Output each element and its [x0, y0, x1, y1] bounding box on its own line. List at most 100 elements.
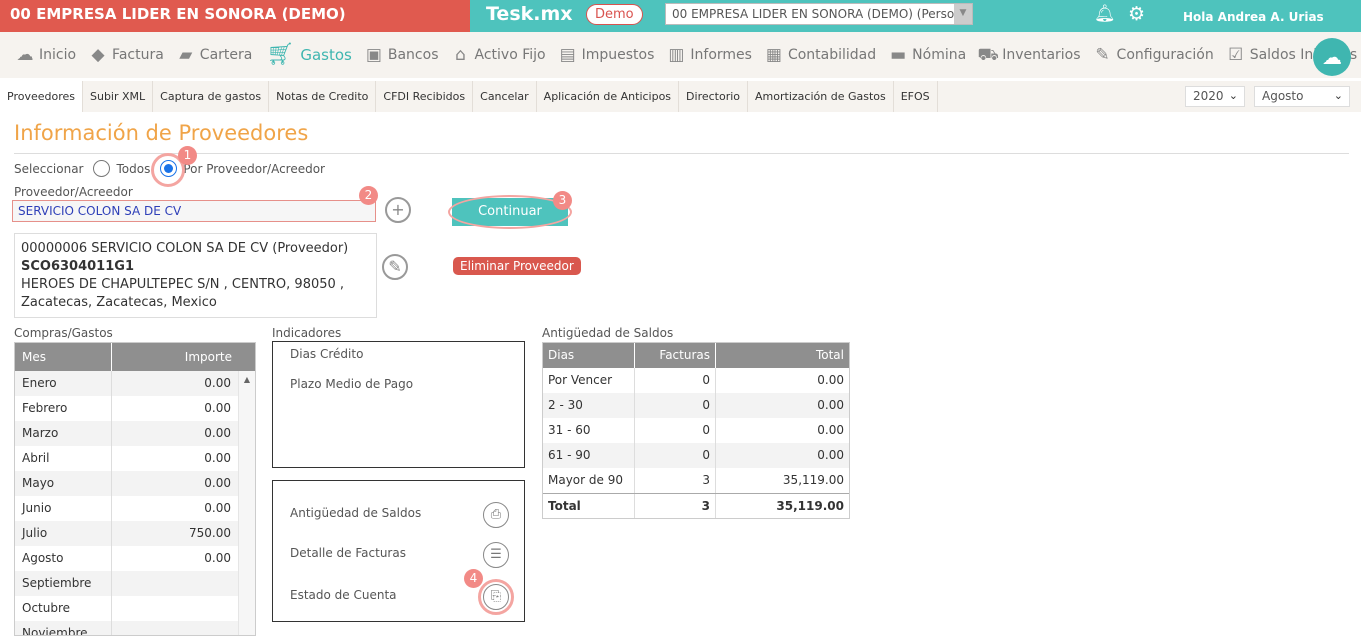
menu-item-configuracion[interactable]: ✎ Configuración	[1092, 45, 1213, 65]
column-header[interactable]: Mes	[15, 343, 112, 371]
cloud-icon: ☁	[16, 45, 34, 65]
table-row: 2 - 30 0 0.00	[543, 393, 849, 418]
column-header[interactable]: Dias	[543, 343, 635, 368]
tab-aplicacion-de-anticipos[interactable]: Aplicación de Anticipos	[537, 81, 680, 112]
add-provider-button[interactable]: +	[385, 197, 411, 223]
cell-facturas: 0	[635, 418, 716, 443]
tab-efos[interactable]: EFOS	[894, 81, 938, 112]
radio-todos[interactable]	[93, 160, 111, 177]
step-marker: 3	[553, 191, 572, 210]
menu-item-inicio[interactable]: ☁ Inicio	[14, 45, 77, 65]
cell-mes: Mayo	[15, 471, 112, 496]
tab-directorio[interactable]: Directorio	[679, 81, 749, 112]
tab-captura-de-gastos[interactable]: Captura de gastos	[153, 81, 270, 112]
menu-item-cartera[interactable]: ▰ Cartera	[175, 45, 252, 65]
menu-item-factura[interactable]: ◆ Factura	[87, 45, 164, 65]
cell-mes: Febrero	[15, 396, 112, 421]
cloud-sync-button[interactable]: ☁	[1313, 38, 1351, 76]
menu-item-label: Informes	[690, 47, 752, 63]
menu-item-nomina[interactable]: ▬ Nómina	[887, 45, 966, 65]
menu-item-label: Contabilidad	[787, 47, 877, 63]
cell-mes: Julio	[15, 521, 112, 546]
delete-provider-button[interactable]: Eliminar Proveedor	[453, 257, 581, 275]
menu-item-inventarios[interactable]: ⛟ Inventarios	[977, 45, 1080, 65]
table-body: Por Vencer 0 0.00 2 - 30 0 0.00 31 - 60 0 0.00…	[543, 368, 849, 493]
table-row: 31 - 60 0 0.00	[543, 418, 849, 443]
company-select[interactable]: 00 EMPRESA LIDER EN SONORA (DEMO) (Perso…	[665, 3, 973, 25]
menu-item-label: Impuestos	[581, 47, 655, 63]
menu-item-contabilidad[interactable]: ▦ Contabilidad	[763, 45, 876, 65]
menu-item-activo-fijo[interactable]: ⌂ Activo Fijo	[450, 45, 546, 65]
menu-item-label: Activo Fijo	[474, 47, 546, 63]
table-row: Por Vencer 0 0.00	[543, 368, 849, 393]
chevron-down-icon: ⌄	[1228, 89, 1238, 102]
main-menu: ☁ Inicio ◆ Factura ▰ Cartera 🛒︎ Gastos ▣ Banc…	[0, 32, 1361, 78]
cell-importe	[112, 621, 238, 635]
list-icon[interactable]: ☰	[483, 542, 509, 568]
cell-dias: 2 - 30	[543, 393, 635, 418]
provider-details: 00000006 SERVICIO COLON SA DE CV (Provee…	[14, 233, 377, 318]
cell-importe: 0.00	[204, 401, 231, 415]
month-select[interactable]: Agosto ⌄	[1254, 86, 1350, 107]
wrench-icon: ✎	[1095, 45, 1110, 65]
tab-proveedores[interactable]: Proveedores	[0, 81, 83, 112]
wallet-icon: ▰	[179, 45, 193, 65]
tab-notas-de-credito[interactable]: Notas de Credito	[269, 81, 377, 112]
cell-mes: Marzo	[15, 421, 112, 446]
tab-cancelar[interactable]: Cancelar	[473, 81, 537, 112]
cell-importe: 0.00	[204, 376, 231, 390]
cell-importe: 0.00	[204, 551, 231, 565]
radio-todos-label: Todos	[116, 161, 151, 176]
provider-input[interactable]: SERVICIO COLON SA DE CV	[12, 200, 376, 222]
table-row: Noviembre	[15, 621, 255, 635]
pencil-icon: ✎	[388, 257, 402, 276]
menu-item-gastos[interactable]: 🛒︎ Gastos	[263, 42, 351, 67]
field-label: Proveedor/Acreedor	[14, 185, 133, 199]
top-bar-right: Tesk.mx Demo 00 EMPRESA LIDER EN SONORA …	[470, 0, 1361, 32]
antiguedad-label: Antigüedad de Saldos	[542, 326, 674, 340]
bell-icon[interactable]: 🔔︎	[1094, 4, 1116, 24]
table-row: Julio 750.00	[15, 521, 255, 546]
cell-mes: Septiembre	[15, 571, 112, 596]
table-row: 61 - 90 0 0.00	[543, 443, 849, 468]
cell-facturas: 3	[635, 468, 716, 493]
table-row: Enero 0.00	[15, 371, 255, 396]
menu-item-label: Factura	[112, 47, 164, 63]
menu-item-informes[interactable]: ▥ Informes	[665, 45, 752, 65]
cell-importe: 0.00	[204, 451, 231, 465]
year-select[interactable]: 2020 ⌄	[1185, 86, 1245, 107]
cell-mes: Noviembre	[15, 621, 112, 635]
cell-importe	[112, 596, 238, 621]
column-header[interactable]: Importe	[112, 343, 239, 371]
provider-rfc: SCO6304011G1	[21, 259, 134, 274]
cell-total: 35,119.00	[776, 499, 844, 513]
tab-subir-xml[interactable]: Subir XML	[83, 81, 154, 112]
cell-importe: 0.00	[204, 476, 231, 490]
tab-amortizacion-de-gastos[interactable]: Amortización de Gastos	[748, 81, 894, 112]
cell-mes: Agosto	[15, 546, 112, 571]
cell-mes: Enero	[15, 371, 112, 396]
gear-icon[interactable]: ⚙	[1128, 3, 1145, 25]
edit-provider-button[interactable]: ✎	[382, 254, 408, 280]
cell-facturas: 0	[635, 443, 716, 468]
cell-mes: Junio	[15, 496, 112, 521]
scroll-up-icon[interactable]: ▲	[244, 375, 250, 384]
cell-importe: 0.00	[204, 426, 231, 440]
scrollbar[interactable]: ▲	[238, 371, 255, 635]
indicadores-label: Indicadores	[272, 326, 342, 340]
user-greeting[interactable]: Hola Andrea A. Urias	[1183, 10, 1324, 24]
page-title: Información de Proveedores	[14, 121, 309, 145]
table-row: Septiembre	[15, 571, 255, 596]
top-bar: 00 EMPRESA LIDER EN SONORA (DEMO) Tesk.m…	[0, 0, 1361, 32]
menu-item-bancos[interactable]: ▣ Bancos	[363, 45, 439, 65]
tab-cfdi-recibidos[interactable]: CFDI Recibidos	[376, 81, 474, 112]
column-header[interactable]: Facturas	[635, 343, 716, 368]
table-total-row: Total 3 35,119.00	[543, 493, 849, 518]
cart-icon: 🛒︎	[266, 42, 295, 67]
column-header[interactable]: Total	[716, 343, 849, 368]
cell-total: 0.00	[817, 423, 844, 437]
menu-item-impuestos[interactable]: ▤ Impuestos	[557, 45, 655, 65]
bank-icon: ▣	[365, 45, 382, 65]
report-antiguedad-label: Antigüedad de Saldos	[290, 506, 422, 520]
printer-icon[interactable]: ⎙	[483, 502, 509, 528]
